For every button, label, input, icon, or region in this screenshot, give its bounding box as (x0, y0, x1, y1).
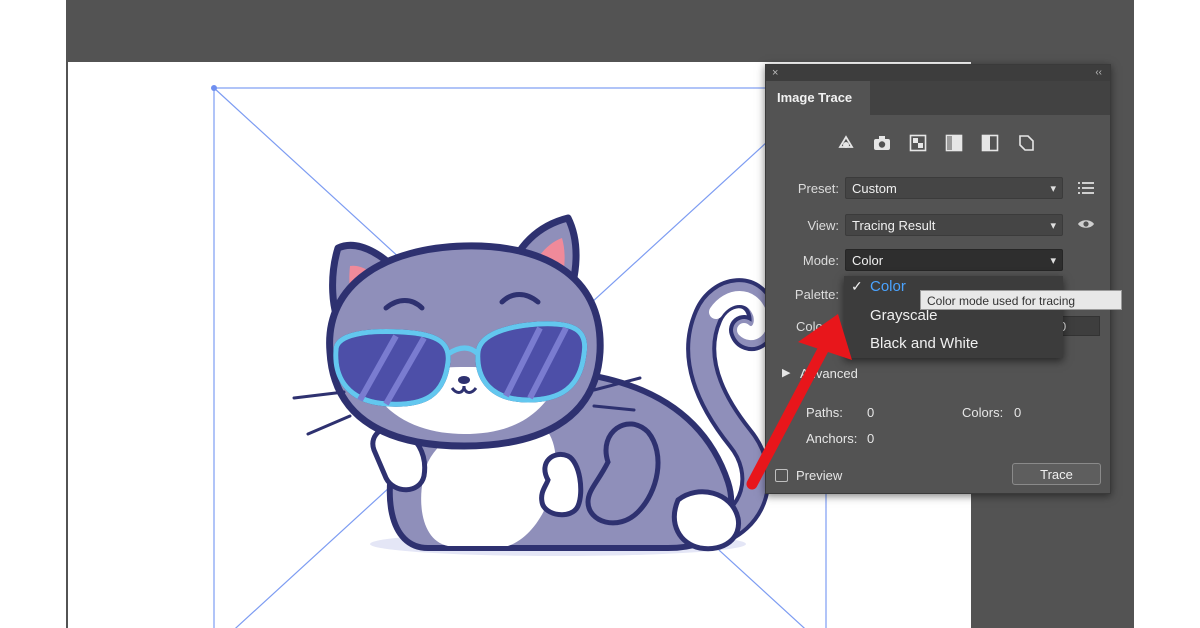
red-arrow-annotation (746, 314, 852, 490)
